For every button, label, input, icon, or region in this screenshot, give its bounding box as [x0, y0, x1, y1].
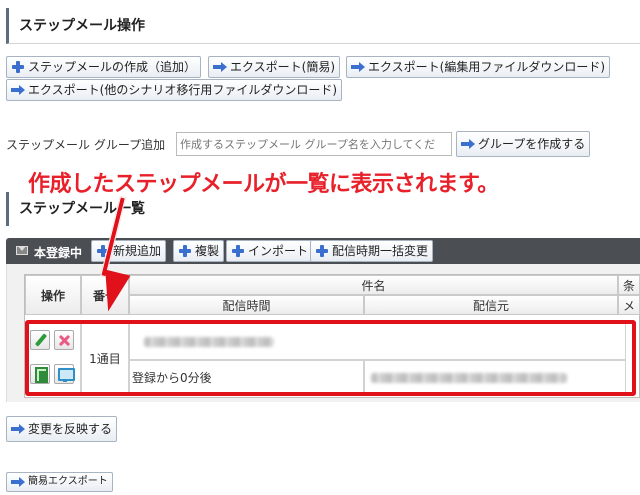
annotation-text: 作成したステップメールが一覧に表示されます。: [28, 172, 499, 197]
arrow-right-icon: [10, 83, 26, 97]
export-migration-download-button[interactable]: エクスポート(他のシナリオ移行用ファイルダウンロード): [6, 79, 343, 101]
edit-pencil-icon[interactable]: [30, 330, 50, 350]
envelope-icon: [16, 246, 28, 255]
row-number-cell: 1通目: [81, 322, 129, 394]
import-button[interactable]: インポート: [226, 240, 314, 262]
plus-icon: [314, 244, 330, 258]
arrow-right-icon: [10, 475, 26, 489]
panel-title: 本登録中: [34, 246, 83, 260]
apply-changes-button[interactable]: 変更を反映する: [6, 416, 118, 442]
row-subject-cell[interactable]: [129, 322, 626, 360]
simple-export-button[interactable]: 簡易エクスポート: [6, 472, 113, 492]
plus-icon: [10, 60, 26, 74]
group-name-input[interactable]: [176, 132, 452, 156]
bulk-schedule-change-button[interactable]: 配信時期一括変更: [310, 240, 434, 262]
header-condition: 条: [618, 275, 640, 295]
plus-icon: [230, 244, 246, 258]
header-sender: 配信元: [364, 295, 618, 315]
header-action: 操作: [25, 275, 81, 315]
add-new-button[interactable]: 新規追加: [91, 240, 167, 262]
redacted-subject: [144, 337, 274, 347]
arrow-right-icon: [460, 137, 476, 151]
preview-monitor-icon[interactable]: [54, 364, 75, 384]
operations-title: ステップメール操作: [6, 8, 640, 44]
header-delivery-time: 配信時間: [129, 295, 364, 315]
header-subject: 件名: [129, 275, 618, 295]
arrow-right-icon: [350, 60, 366, 74]
copy-icon[interactable]: [30, 364, 50, 384]
row-sender-cell: [364, 360, 626, 394]
create-step-mail-button[interactable]: ステップメールの作成（追加）: [6, 56, 202, 78]
arrow-right-icon: [10, 422, 26, 436]
delete-x-icon[interactable]: [54, 330, 74, 350]
export-simple-button[interactable]: エクスポート(簡易): [208, 56, 341, 78]
row-delivery-time-cell: 登録から0分後: [129, 360, 364, 394]
create-group-button[interactable]: グループを作成する: [456, 131, 591, 157]
export-edit-download-button[interactable]: エクスポート(編集用ファイルダウンロード): [346, 56, 611, 78]
group-add-label: ステップメール グループ追加: [6, 138, 166, 152]
plus-icon: [177, 244, 193, 258]
arrow-right-icon: [212, 60, 228, 74]
redacted-sender: [371, 373, 567, 383]
duplicate-button[interactable]: 複製: [173, 240, 225, 262]
header-extra: メ: [618, 295, 640, 315]
